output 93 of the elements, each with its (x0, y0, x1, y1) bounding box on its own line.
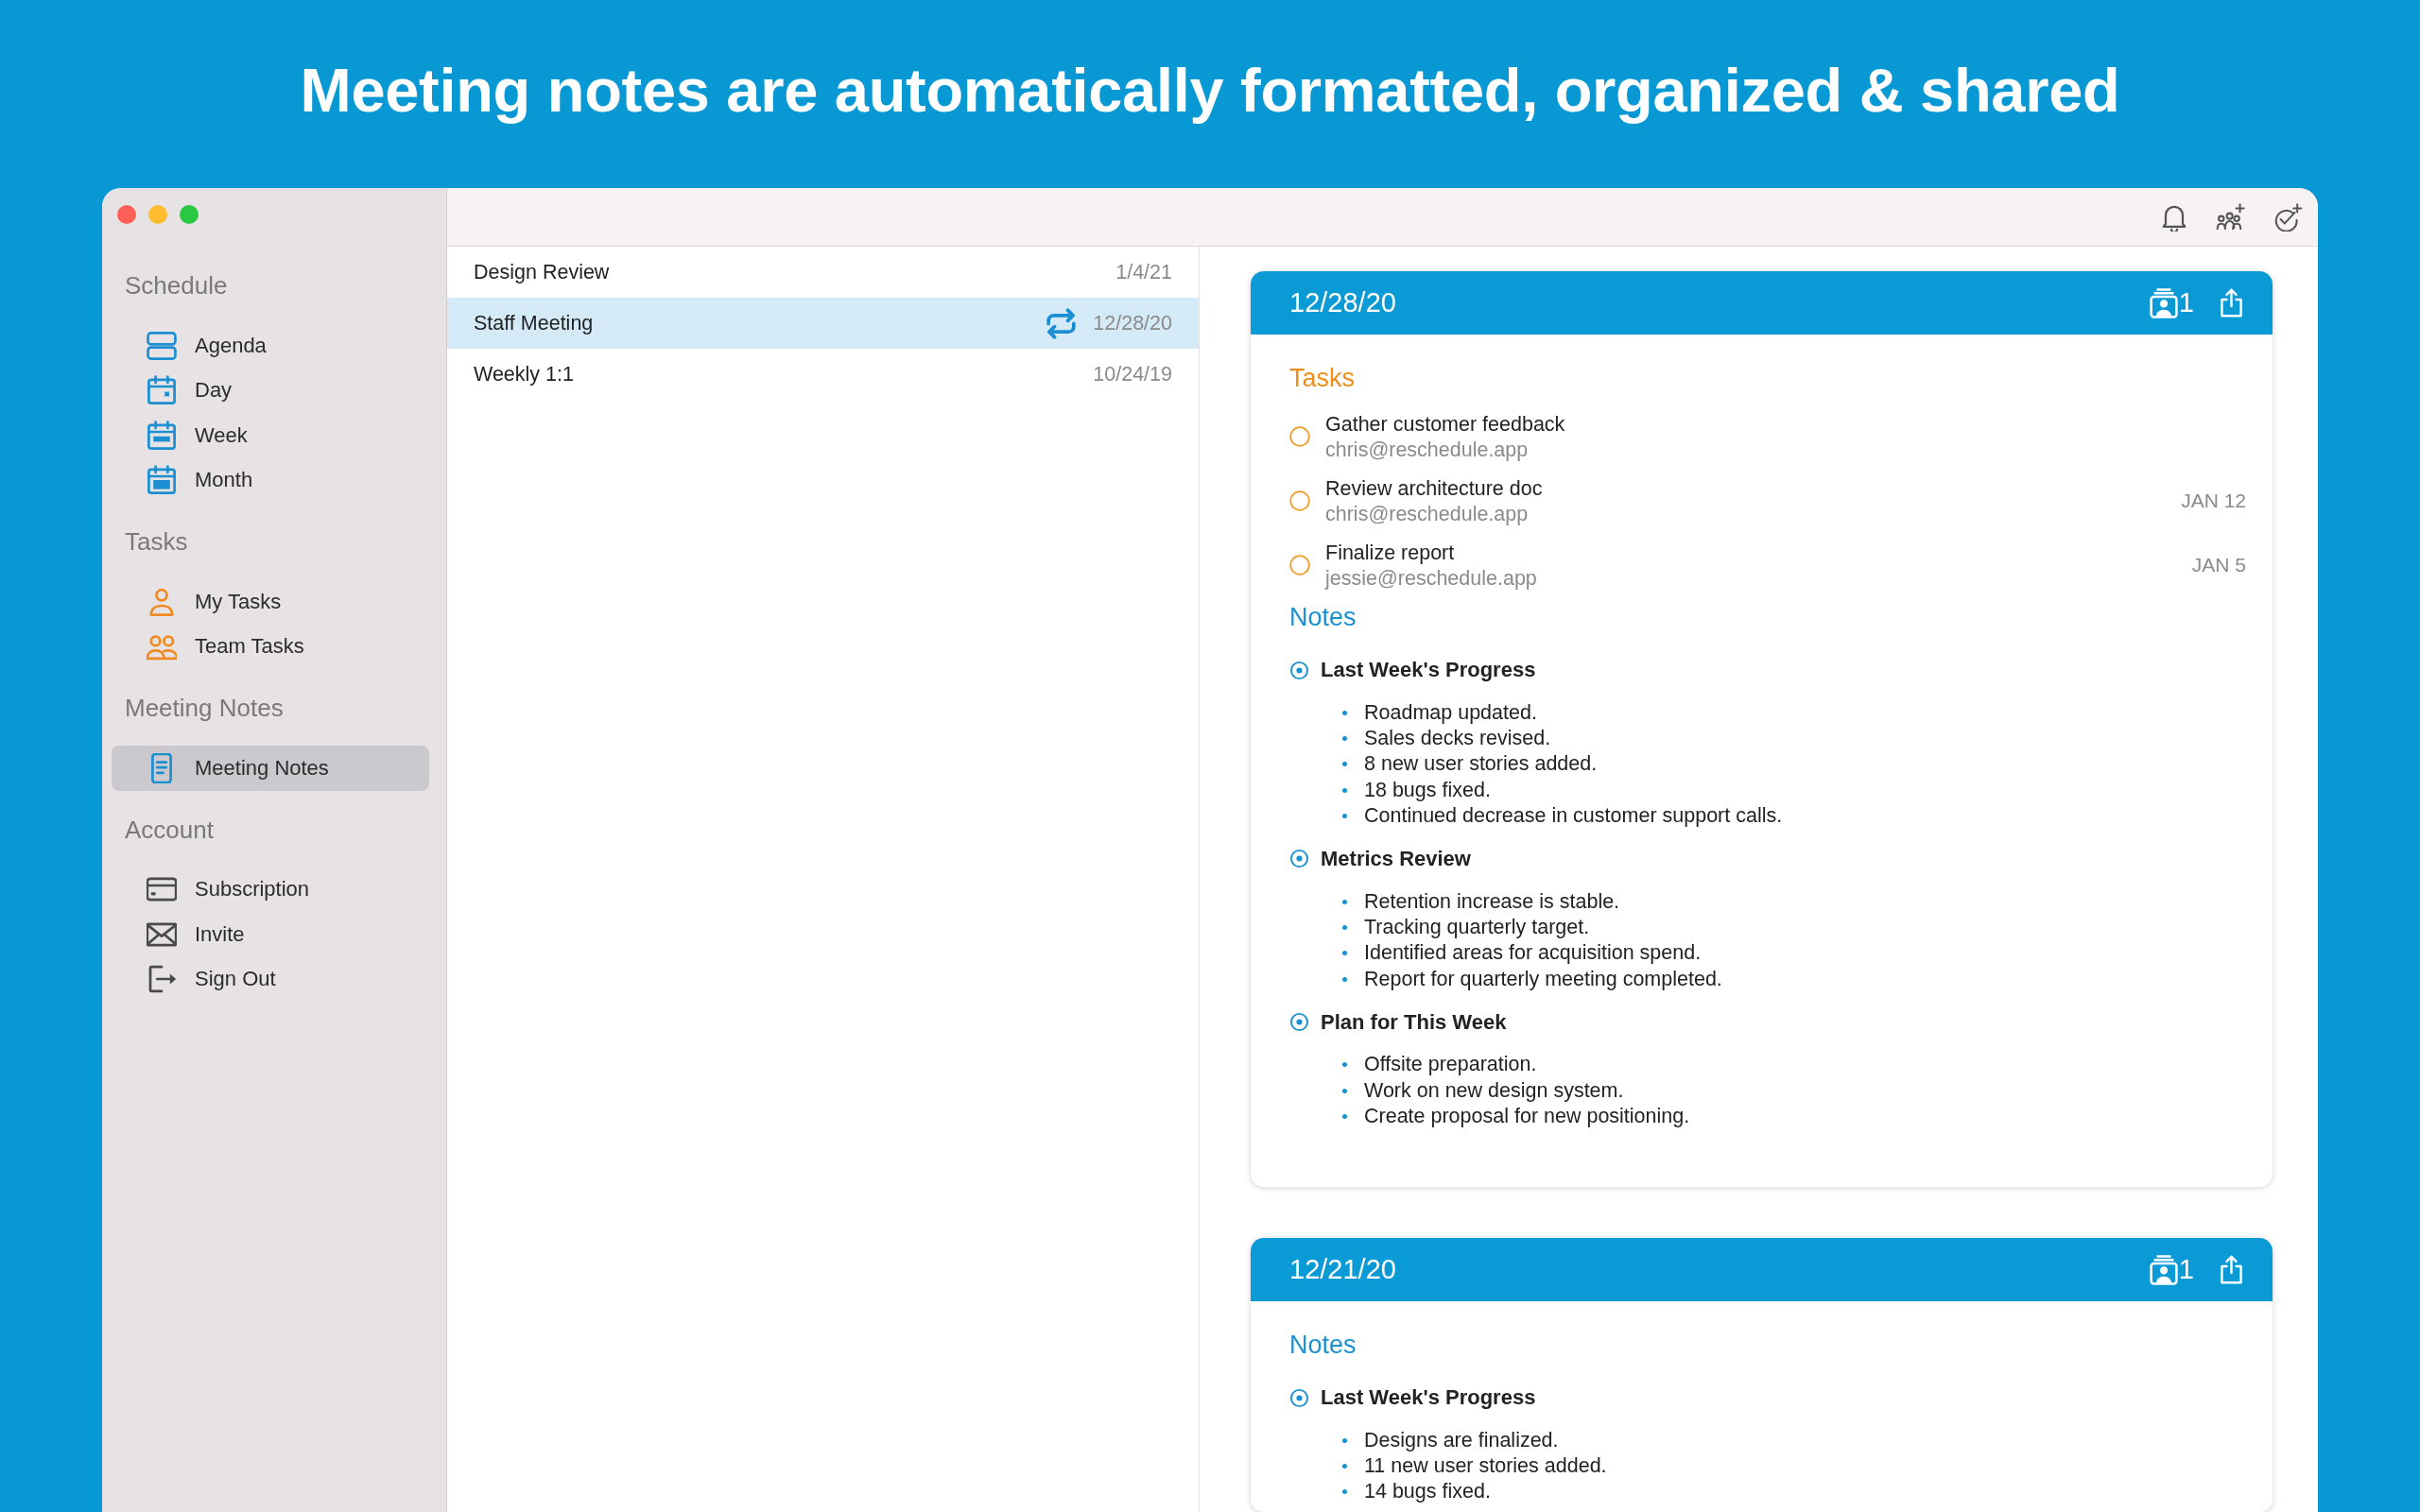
bullet-text: Report for quarterly meeting completed. (1364, 967, 1722, 991)
bullet-text: Sales decks revised. (1364, 726, 1551, 750)
stacked-rows-icon (147, 330, 177, 361)
tasks-heading: Tasks (1289, 363, 1357, 394)
bullet-text: Create proposal for new positioning. (1364, 1104, 1690, 1128)
meeting-date: 12/28/20 (1093, 311, 1172, 335)
bullet-icon (1342, 1464, 1347, 1469)
share-icon[interactable] (2221, 288, 2242, 318)
zoom-button[interactable] (180, 205, 199, 224)
bullet-text: Offsite preparation. (1364, 1053, 1537, 1077)
bullet-text: Designs are finalized. (1364, 1428, 1559, 1452)
bullet-icon (1342, 1062, 1347, 1068)
calendar-week-icon (147, 420, 177, 451)
sidebar-item[interactable]: Invite (112, 912, 429, 957)
sidebar-item[interactable]: Day (112, 368, 429, 413)
meeting-title: Design Review (474, 260, 611, 284)
task-assignee: jessie@reschedule.app (1325, 565, 1538, 591)
sidebar-item[interactable]: Month (112, 457, 429, 503)
bullet-icon (1342, 1489, 1347, 1495)
section-heading: Plan for This Week (1321, 1009, 1507, 1035)
bullet-text: 11 new user stories added. (1364, 1454, 1607, 1478)
sidebar-item[interactable]: Sign Out (112, 956, 429, 1002)
sidebar-item[interactable]: Team Tasks (112, 624, 429, 669)
task-title: Finalize report (1325, 540, 1456, 566)
bullet-icon (1342, 762, 1347, 767)
bullet-text: 8 new user stories added. (1364, 752, 1598, 777)
ring-dot-icon (1289, 660, 1309, 680)
meeting-title: Weekly 1:1 (474, 362, 575, 387)
bullet-icon (1342, 951, 1347, 956)
task-assignee: chris@reschedule.app (1325, 437, 1530, 462)
task-title: Review architecture doc (1325, 475, 1544, 502)
card-date: 12/28/20 (1289, 287, 1396, 318)
bullet-icon (1342, 787, 1347, 793)
sidebar-heading: Schedule (124, 270, 229, 301)
bullet-text: Identified areas for acquisition spend. (1364, 941, 1702, 966)
bullet-text: 18 bugs fixed. (1364, 778, 1491, 802)
calendar-day-icon (147, 375, 177, 406)
person-icon (147, 586, 177, 617)
task-checkbox[interactable] (1289, 555, 1310, 576)
bullet-icon (1342, 735, 1347, 741)
task-due-date: JAN 12 (2181, 490, 2246, 512)
sidebar-item[interactable]: Week (112, 413, 429, 458)
section-heading: Last Week's Progress (1321, 1385, 1536, 1411)
notes-heading: Notes (1289, 1330, 1357, 1362)
ring-dot-icon (1289, 1012, 1309, 1033)
bullet-icon (1342, 924, 1347, 930)
calendar-month-icon (147, 465, 177, 496)
bullet-text: 14 bugs fixed. (1364, 1480, 1491, 1504)
meeting-row[interactable]: Staff Meeting 12/28/20 (447, 298, 1199, 349)
task-checkbox[interactable] (1289, 426, 1310, 447)
notes-heading: Notes (1289, 602, 1357, 633)
meeting-title: Staff Meeting (474, 311, 595, 335)
sidebar-heading: Tasks (124, 526, 189, 558)
section-heading: Last Week's Progress (1321, 658, 1536, 682)
task-assignee: chris@reschedule.app (1325, 501, 1530, 526)
sidebar-heading: Account (124, 814, 215, 846)
add-task-icon[interactable] (2273, 202, 2303, 232)
sidebar-item[interactable]: Meeting Notes (112, 746, 429, 791)
bullet-icon (1342, 976, 1347, 982)
close-button[interactable] (117, 205, 136, 224)
meeting-row[interactable]: Weekly 1:1 10/24/19 (447, 349, 1199, 400)
bullet-text: Retention increase is stable. (1364, 889, 1620, 914)
meeting-row[interactable]: Design Review 1/4/21 (447, 247, 1199, 298)
task-title: Gather customer feedback (1325, 411, 1566, 438)
meeting-date: 1/4/21 (1115, 260, 1172, 284)
card-date: 12/21/20 (1289, 1254, 1396, 1286)
bullet-text: Roadmap updated. (1364, 700, 1537, 725)
sidebar-heading: Meeting Notes (124, 693, 285, 724)
sidebar-item[interactable]: Subscription (112, 867, 429, 912)
task-checkbox[interactable] (1289, 490, 1310, 511)
sign-out-icon (147, 964, 177, 995)
bullet-icon (1342, 899, 1347, 904)
bullet-text: Continued decrease in customer support calls. (1364, 803, 1783, 828)
task-due-date: JAN 5 (2191, 554, 2246, 576)
bullet-icon (1342, 813, 1347, 818)
section-heading: Metrics Review (1321, 847, 1471, 871)
bullet-icon (1342, 710, 1347, 715)
minimize-button[interactable] (148, 205, 167, 224)
bullet-icon (1342, 1088, 1347, 1093)
ring-dot-icon (1289, 849, 1309, 869)
bullet-text: Work on new design system. (1364, 1078, 1624, 1103)
bullet-icon (1342, 1113, 1347, 1119)
share-icon[interactable] (2221, 1255, 2242, 1285)
meeting-date: 10/24/19 (1093, 362, 1172, 387)
bullet-text: Tracking quarterly target. (1364, 915, 1590, 939)
headline: Meeting notes are automatically formatted, organized & shared (300, 55, 2120, 126)
attendee-card-icon (2149, 1254, 2178, 1285)
add-people-icon[interactable] (2216, 202, 2246, 232)
attendee-card-icon (2149, 287, 2178, 318)
sidebar-item[interactable]: My Tasks (112, 579, 429, 625)
ring-dot-icon (1289, 1387, 1309, 1408)
bullet-icon (1342, 1437, 1347, 1443)
sidebar-item[interactable]: Agenda (112, 323, 429, 369)
